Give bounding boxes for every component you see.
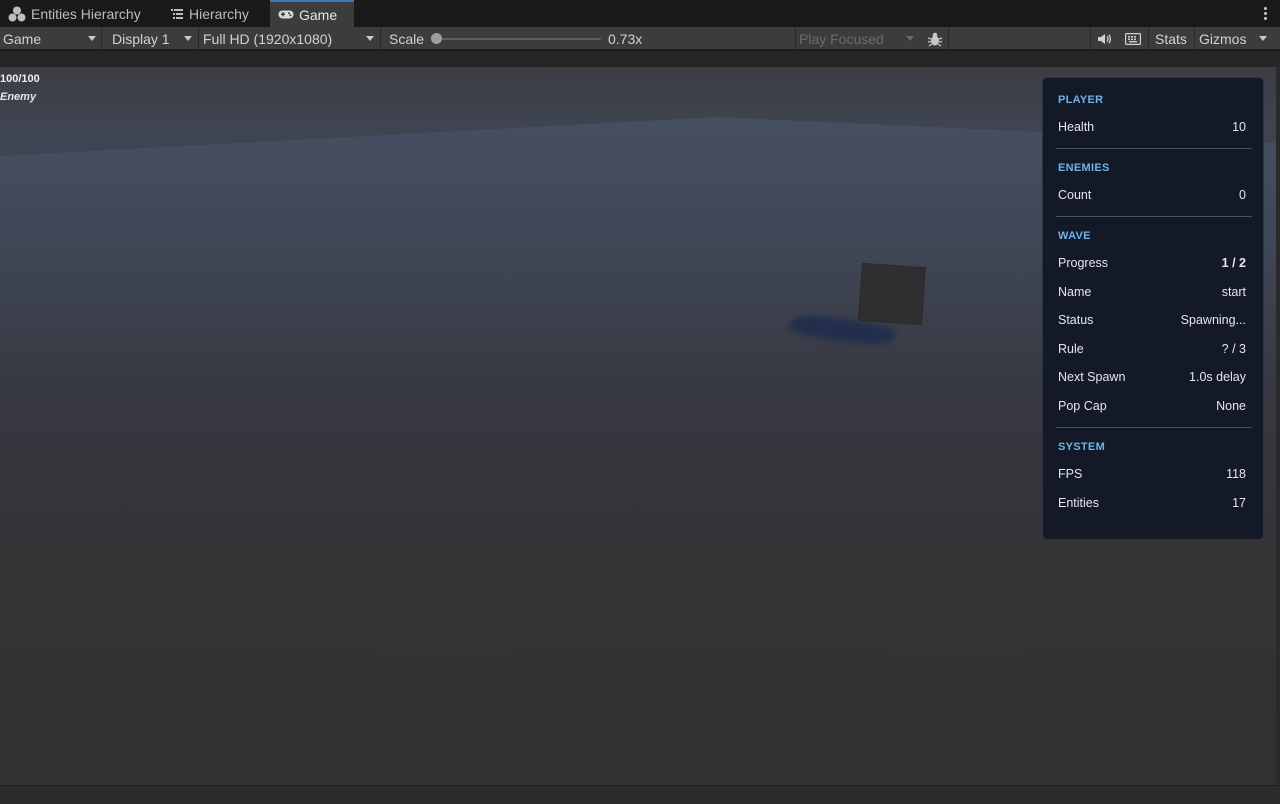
row-value: None bbox=[1216, 399, 1246, 413]
enemy-health-text: 100/100 bbox=[0, 73, 40, 85]
debug-toggle[interactable] bbox=[925, 27, 945, 50]
player-health-row: Health 10 bbox=[1058, 117, 1246, 137]
editor-tab-bar: Entities Hierarchy Hierarchy Game bbox=[0, 0, 1280, 27]
tab-hierarchy[interactable]: Hierarchy bbox=[162, 0, 268, 27]
display-dropdown[interactable]: Display 1 bbox=[112, 27, 196, 50]
toolbar-divider bbox=[1090, 27, 1091, 50]
wave-pop-cap-row: Pop Cap None bbox=[1058, 396, 1246, 416]
toolbar-divider bbox=[795, 27, 796, 50]
play-mode-dropdown[interactable]: Play Focused bbox=[799, 27, 917, 50]
wave-progress-row: Progress 1 / 2 bbox=[1058, 253, 1246, 273]
toolbar-divider bbox=[380, 27, 381, 50]
row-label: Status bbox=[1058, 313, 1094, 327]
gizmos-dropdown[interactable]: Gizmos bbox=[1199, 27, 1274, 50]
gamepad-icon bbox=[278, 10, 294, 19]
tab-game[interactable]: Game bbox=[270, 0, 354, 27]
game-view-toolbar: Game Display 1 Full HD (1920x1080) Scale… bbox=[0, 27, 1280, 50]
row-label: Entities bbox=[1058, 496, 1099, 510]
stats-button[interactable]: Stats bbox=[1155, 27, 1187, 50]
enemy-cube bbox=[858, 262, 926, 326]
section-divider bbox=[1056, 427, 1252, 428]
viewport-top-strip bbox=[0, 51, 1280, 67]
system-section-title: SYSTEM bbox=[1058, 441, 1106, 453]
view-mode-dropdown[interactable]: Game bbox=[3, 27, 99, 50]
entities-icon bbox=[8, 6, 26, 21]
resolution-label: Full HD (1920x1080) bbox=[203, 30, 333, 47]
scale-slider[interactable] bbox=[436, 38, 601, 40]
system-fps-row: FPS 118 bbox=[1058, 464, 1246, 484]
row-label: FPS bbox=[1058, 467, 1083, 481]
wave-rule-row: Rule ? / 3 bbox=[1058, 339, 1246, 359]
debug-stats-panel: PLAYER Health 10 ENEMIES Count 0 WAVE Pr… bbox=[1042, 77, 1264, 540]
gizmos-label: Gizmos bbox=[1199, 30, 1247, 47]
bottom-status-bar bbox=[0, 785, 1280, 804]
row-value: 118 bbox=[1226, 467, 1246, 481]
display-label: Display 1 bbox=[112, 30, 170, 47]
scale-label: Scale bbox=[389, 30, 425, 47]
row-label: Pop Cap bbox=[1058, 399, 1107, 413]
scale-value: 0.73x bbox=[608, 30, 643, 47]
enemy-name-label: Enemy bbox=[0, 91, 37, 103]
enemies-count-row: Count 0 bbox=[1058, 185, 1246, 205]
wave-status-row: Status Spawning... bbox=[1058, 310, 1246, 330]
chevron-down-icon bbox=[88, 36, 96, 41]
toolbar-divider bbox=[198, 27, 199, 50]
row-value: 10 bbox=[1232, 120, 1246, 134]
keyboard-icon bbox=[1125, 32, 1141, 45]
shortcuts-toggle[interactable] bbox=[1124, 27, 1142, 50]
chevron-down-icon bbox=[366, 36, 374, 41]
row-label: Next Spawn bbox=[1058, 370, 1126, 384]
speaker-icon bbox=[1097, 33, 1111, 44]
chevron-down-icon bbox=[906, 36, 914, 41]
row-value: 1.0s delay bbox=[1189, 370, 1246, 384]
row-label: Name bbox=[1058, 285, 1092, 299]
row-value: start bbox=[1221, 285, 1246, 299]
toolbar-divider bbox=[948, 27, 949, 50]
wave-name-row: Name start bbox=[1058, 282, 1246, 302]
section-divider bbox=[1056, 148, 1252, 149]
play-mode-label: Play Focused bbox=[799, 30, 884, 47]
tab-label: Game bbox=[299, 6, 338, 23]
row-value: 1 / 2 bbox=[1221, 256, 1246, 270]
row-value: Spawning... bbox=[1180, 313, 1246, 327]
scale-slider-handle[interactable] bbox=[431, 33, 442, 44]
section-divider bbox=[1056, 216, 1252, 217]
toolbar-divider bbox=[1148, 27, 1149, 50]
toolbar-divider bbox=[1194, 27, 1195, 50]
row-value: 0 bbox=[1239, 188, 1246, 202]
hierarchy-list-icon bbox=[171, 8, 183, 19]
player-section-title: PLAYER bbox=[1058, 94, 1104, 106]
wave-next-spawn-row: Next Spawn 1.0s delay bbox=[1058, 367, 1246, 387]
system-entities-row: Entities 17 bbox=[1058, 493, 1246, 513]
row-label: Rule bbox=[1058, 342, 1084, 356]
mute-audio-toggle[interactable] bbox=[1096, 27, 1112, 50]
row-label: Count bbox=[1058, 188, 1092, 202]
more-options-icon[interactable] bbox=[1258, 4, 1272, 22]
bug-icon bbox=[927, 32, 943, 46]
row-label: Progress bbox=[1058, 256, 1109, 270]
tab-label: Entities Hierarchy bbox=[31, 5, 141, 22]
toolbar-divider bbox=[101, 27, 102, 50]
tab-entities-hierarchy[interactable]: Entities Hierarchy bbox=[0, 0, 158, 27]
wave-section-title: WAVE bbox=[1058, 230, 1091, 242]
chevron-down-icon bbox=[184, 36, 192, 41]
chevron-down-icon bbox=[1259, 36, 1267, 41]
view-mode-label: Game bbox=[3, 30, 42, 47]
resolution-dropdown[interactable]: Full HD (1920x1080) bbox=[203, 27, 377, 50]
enemies-section-title: ENEMIES bbox=[1058, 162, 1110, 174]
viewport-right-edge bbox=[1276, 67, 1280, 785]
tab-label: Hierarchy bbox=[189, 5, 249, 22]
row-value: 17 bbox=[1232, 496, 1246, 510]
row-value: ? / 3 bbox=[1221, 342, 1246, 356]
row-label: Health bbox=[1058, 120, 1095, 134]
